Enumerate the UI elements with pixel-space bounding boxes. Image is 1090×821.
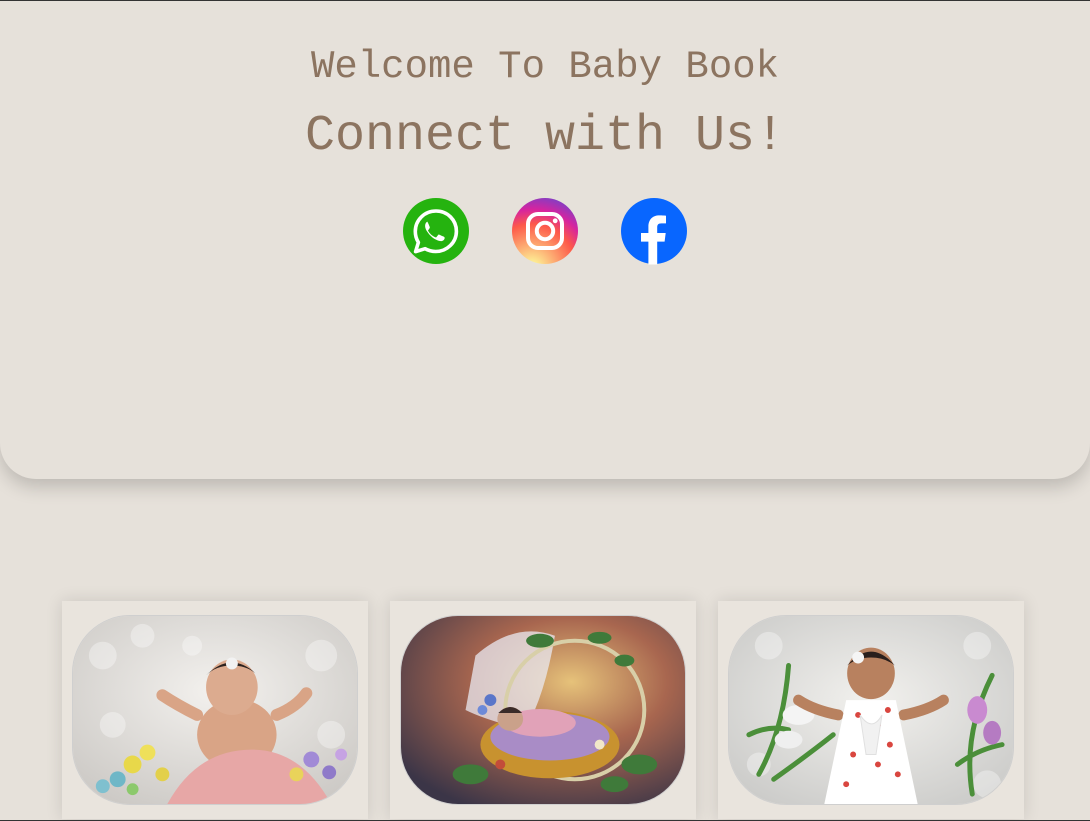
gallery-card[interactable] (718, 601, 1024, 819)
whatsapp-link[interactable] (402, 197, 470, 265)
baby-photo-2 (400, 615, 686, 805)
baby-photo-3 (728, 615, 1014, 805)
facebook-link[interactable] (620, 197, 688, 265)
connect-heading: Connect with Us! (304, 108, 786, 165)
gallery-card[interactable] (390, 601, 696, 819)
hero-banner: Welcome To Baby Book Connect with Us! (0, 1, 1090, 479)
gallery-card[interactable] (62, 601, 368, 819)
welcome-heading: Welcome To Baby Book (310, 45, 780, 89)
baby-photo-1 (72, 615, 358, 805)
facebook-icon (621, 198, 687, 265)
instagram-link[interactable] (511, 197, 579, 265)
instagram-icon (512, 198, 578, 264)
photo-gallery (62, 601, 1024, 819)
whatsapp-icon (403, 198, 469, 264)
page: Welcome To Baby Book Connect with Us! (0, 0, 1090, 821)
social-links (0, 197, 1090, 265)
